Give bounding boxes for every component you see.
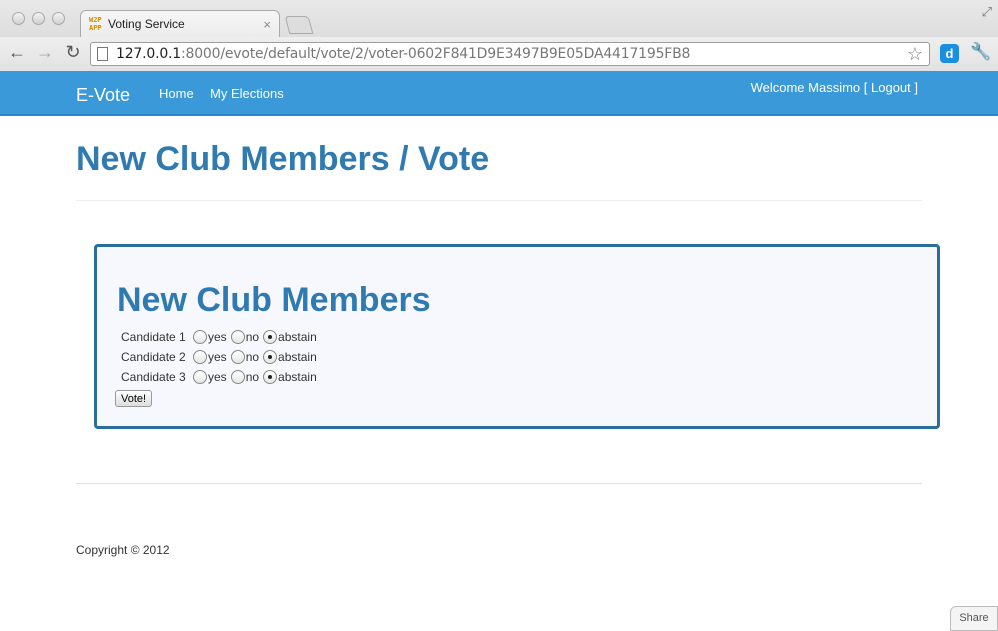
option-label: yes <box>208 370 227 384</box>
candidate-row: Candidate 2 yes no abstain <box>121 347 321 367</box>
welcome-message: Welcome Massimo [ Logout ] <box>751 80 918 95</box>
candidate-row: Candidate 3 yes no abstain <box>121 367 321 387</box>
page-icon <box>97 47 108 61</box>
zoom-window-button[interactable] <box>52 12 65 25</box>
divider <box>76 200 922 201</box>
welcome-text: Welcome Massimo <box>750 80 864 95</box>
vote-option[interactable]: abstain <box>263 350 317 364</box>
vote-option[interactable]: yes <box>193 330 227 344</box>
vote-option[interactable]: no <box>230 330 260 344</box>
ballot-form: New Club Members Candidate 1 yes no abstain… <box>94 244 940 429</box>
radio-no[interactable] <box>230 350 245 364</box>
option-label: no <box>245 350 260 364</box>
address-bar[interactable]: 127.0.0.1:8000/evote/default/vote/2/vote… <box>90 42 930 66</box>
vote-option[interactable]: no <box>230 350 260 364</box>
candidate-list: Candidate 1 yes no abstain Candidate 2 yes no a… <box>121 327 321 387</box>
web2py-favicon-icon: W2P APP <box>89 16 102 32</box>
ballot-title: New Club Members <box>117 281 431 319</box>
brand-logo[interactable]: E-Vote <box>76 85 130 106</box>
radio-abstain[interactable] <box>263 330 278 344</box>
app-navbar: E-Vote Home My Elections Welcome Massimo… <box>0 71 998 116</box>
option-label: abstain <box>278 370 317 384</box>
vote-button[interactable]: Vote! <box>115 390 153 407</box>
browser-tab[interactable]: W2P APP Voting Service × <box>80 10 280 37</box>
vote-option[interactable]: abstain <box>263 330 317 344</box>
footer-divider <box>76 483 922 484</box>
close-tab-icon[interactable]: × <box>263 17 271 32</box>
radio-yes[interactable] <box>193 350 207 364</box>
page-title: New Club Members / Vote <box>76 140 490 178</box>
nav-home-link[interactable]: Home <box>159 86 194 101</box>
nav-my-elections-link[interactable]: My Elections <box>210 86 284 101</box>
fullscreen-icon[interactable]: ⤢ <box>982 4 992 20</box>
vote-option[interactable]: abstain <box>263 370 317 384</box>
radio-yes[interactable] <box>193 330 207 344</box>
browser-toolbar: ← → ↻ 127.0.0.1:8000/evote/default/vote/… <box>0 37 998 71</box>
option-label: abstain <box>278 330 317 344</box>
window-controls <box>12 12 65 25</box>
vote-option[interactable]: yes <box>193 350 227 364</box>
share-button[interactable]: Share <box>950 606 998 631</box>
tab-title: Voting Service <box>108 17 185 31</box>
option-label: no <box>245 330 260 344</box>
wrench-menu-icon[interactable]: 🔧 <box>970 42 991 62</box>
new-tab-button[interactable] <box>284 16 314 34</box>
bookmark-star-icon[interactable]: ☆ <box>907 44 923 65</box>
vote-option[interactable]: no <box>230 370 260 384</box>
radio-no[interactable] <box>230 370 245 384</box>
url-path: :8000/evote/default/vote/2/voter-0602F84… <box>181 46 691 62</box>
forward-icon[interactable]: → <box>34 42 56 63</box>
copyright-text: Copyright © 2012 <box>76 543 170 557</box>
extension-d-icon[interactable]: d <box>940 44 959 63</box>
option-label: yes <box>208 330 227 344</box>
close-window-button[interactable] <box>12 12 25 25</box>
candidate-row: Candidate 1 yes no abstain <box>121 327 321 347</box>
radio-abstain[interactable] <box>263 350 278 364</box>
browser-chrome: W2P APP Voting Service × ⤢ ← → ↻ 127.0.0… <box>0 0 998 71</box>
candidate-name: Candidate 1 <box>121 330 186 344</box>
option-label: no <box>245 370 260 384</box>
radio-yes[interactable] <box>193 370 207 384</box>
back-icon[interactable]: ← <box>6 42 28 63</box>
url-text[interactable]: 127.0.0.1:8000/evote/default/vote/2/vote… <box>116 46 907 62</box>
minimize-window-button[interactable] <box>32 12 45 25</box>
logout-link[interactable]: [ Logout ] <box>864 80 918 95</box>
option-label: yes <box>208 350 227 364</box>
url-host: 127.0.0.1 <box>116 46 181 62</box>
candidate-name: Candidate 2 <box>121 350 186 364</box>
radio-abstain[interactable] <box>263 370 278 384</box>
radio-no[interactable] <box>230 330 245 344</box>
candidate-name: Candidate 3 <box>121 370 186 384</box>
option-label: abstain <box>278 350 317 364</box>
vote-option[interactable]: yes <box>193 370 227 384</box>
reload-icon[interactable]: ↻ <box>62 42 84 63</box>
